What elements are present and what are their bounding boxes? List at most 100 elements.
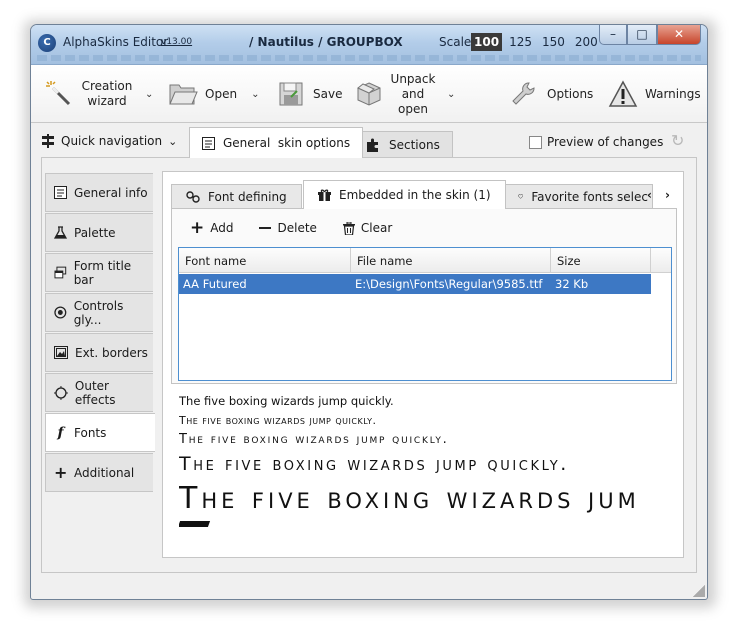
warnings-label: Warnings — [645, 86, 701, 101]
window-icon — [54, 266, 67, 279]
document-icon — [54, 186, 67, 199]
resize-grip-icon[interactable] — [693, 585, 705, 597]
scale-option-150[interactable]: 150 — [539, 33, 568, 51]
save-disk-icon — [275, 78, 307, 110]
heart-icon — [518, 194, 524, 199]
wrench-icon — [507, 78, 539, 110]
cell-file-name: E:\Design\Fonts\Regular\9585.ttf — [355, 277, 543, 291]
app-logo-icon: C — [38, 34, 56, 52]
tab-scroll-left-icon[interactable]: ‹ — [647, 188, 652, 202]
chevron-down-icon[interactable]: ⌄ — [251, 89, 259, 100]
quick-navigation-label: Quick navigation — [61, 134, 163, 148]
chevron-down-icon[interactable]: ⌄ — [145, 89, 153, 100]
app-title: AlphaSkins Editor — [63, 35, 169, 49]
warnings-button[interactable]: Warnings — [607, 73, 701, 115]
sidebar-item-general-info[interactable]: General info — [45, 173, 153, 212]
delete-button[interactable]: Delete — [259, 221, 317, 235]
version-link[interactable]: v13.00 — [161, 37, 192, 47]
tab-favorite-fonts[interactable]: Favorite fonts selec — [503, 184, 653, 208]
options-button[interactable]: Options — [507, 73, 593, 115]
tab-font-defining[interactable]: Font defining — [171, 184, 302, 208]
magic-wand-icon — [43, 78, 75, 110]
column-font-name[interactable]: Font name — [179, 248, 351, 272]
document-title: / Nautilus / GROUPBOX — [249, 35, 403, 49]
unpack-and-open-label: Unpack and open — [390, 71, 436, 116]
add-button[interactable]: + Add — [190, 220, 234, 237]
chevron-down-icon[interactable]: ⌄ — [168, 135, 177, 148]
sidebar-item-outer-effects[interactable]: Outer effects — [45, 373, 153, 412]
preview-of-changes-checkbox[interactable]: Preview of changes — [529, 135, 663, 149]
sample-text-xs-caps: The five boxing wizards jump quickly. — [179, 414, 377, 427]
sidebar-item-palette[interactable]: Palette — [45, 213, 153, 252]
creation-wizard-button[interactable]: Creation wizard ⌄ — [43, 73, 153, 115]
save-label: Save — [313, 86, 343, 101]
title-bar[interactable]: C AlphaSkins Editor v13.00 / Nautilus / … — [31, 25, 707, 65]
chevron-down-icon[interactable]: ⌄ — [447, 89, 455, 100]
sample-text-medium: The five boxing wizards jump quickly. — [179, 432, 449, 447]
tab-scroll-right-icon[interactable]: › — [665, 188, 670, 202]
save-button[interactable]: Save — [275, 73, 342, 115]
delete-label: Delete — [277, 221, 317, 235]
cell-font-name: AA Futured — [183, 277, 247, 291]
gift-icon — [318, 189, 331, 201]
open-button[interactable]: Open ⌄ — [167, 73, 259, 115]
sidebar-item-label: Ext. borders — [75, 345, 148, 360]
scale-option-125[interactable]: 125 — [506, 33, 535, 51]
embedded-fonts-table[interactable]: Font name File name Size AA Futured E:\D… — [178, 247, 672, 381]
navigation-row: Quick navigation ⌄ General skin options … — [31, 123, 707, 158]
cell-size: 32 Kb — [555, 277, 589, 291]
flask-icon — [54, 226, 67, 239]
sample-text-large: The five boxing wizards jump quickly. — [179, 453, 569, 475]
sidebar-item-controls-glyphs[interactable]: Controls gly... — [45, 293, 153, 332]
embedded-fonts-panel: + Add Delete Clear Font name File name S… — [171, 208, 677, 384]
sample-text-xlarge: The five boxing wizards jum — [179, 481, 640, 516]
checkbox[interactable] — [529, 135, 542, 149]
main-window: C AlphaSkins Editor v13.00 / Nautilus / … — [30, 24, 708, 600]
sidebar-item-label: Fonts — [74, 425, 107, 440]
package-icon — [353, 78, 385, 110]
column-file-name[interactable]: File name — [351, 248, 551, 272]
clear-button[interactable]: Clear — [342, 221, 393, 235]
tab-sections[interactable]: Sections — [353, 131, 453, 157]
scale-option-200[interactable]: 200 — [572, 33, 601, 51]
document-icon — [202, 136, 215, 150]
plus-icon: + — [54, 463, 68, 482]
close-button[interactable]: ✕ — [657, 25, 701, 45]
sidebar-item-form-title-bar[interactable]: Form title bar — [45, 253, 153, 292]
table-row[interactable]: AA Futured E:\Design\Fonts\Regular\9585.… — [179, 274, 651, 294]
scale-label: Scale: — [439, 35, 476, 49]
refresh-icon[interactable]: ↻ — [671, 131, 684, 150]
quick-navigation-dropdown[interactable]: Quick navigation ⌄ — [41, 134, 177, 148]
tab-label: Embedded in the skin (1) — [339, 188, 491, 202]
link-icon — [186, 190, 200, 203]
sidebar-item-additional[interactable]: + Additional — [45, 453, 153, 492]
tab-embedded-in-skin[interactable]: Embedded in the skin (1) — [303, 180, 506, 209]
unpack-and-open-button[interactable]: Unpack and open ⌄ — [353, 71, 455, 116]
sidebar-item-fonts[interactable]: f Fonts — [45, 413, 155, 452]
sample-text-small: The five boxing wizards jump quickly. — [179, 394, 394, 408]
fonts-content-panel: Font defining Embedded in the skin (1) F… — [162, 171, 684, 558]
font-icon: f — [57, 424, 64, 441]
sidebar-item-label: Palette — [74, 225, 116, 240]
clear-label: Clear — [360, 221, 393, 235]
add-label: Add — [210, 221, 234, 235]
tab-sections-label: Sections — [389, 137, 440, 152]
image-frame-icon — [54, 346, 68, 359]
trash-icon — [342, 221, 355, 235]
sidebar-item-ext-borders[interactable]: Ext. borders — [45, 333, 153, 372]
warning-icon — [607, 78, 639, 110]
glow-icon — [54, 385, 68, 400]
minimize-button[interactable]: – — [599, 25, 627, 45]
scale-option-100[interactable]: 100 — [471, 33, 503, 51]
folder-open-icon — [167, 78, 199, 110]
font-preview-samples: The five boxing wizards jump quickly. Th… — [179, 394, 679, 527]
scale-options: 100 125 150 200 — [471, 33, 601, 51]
maximize-button[interactable]: □ — [627, 25, 657, 45]
tab-general-skin-options[interactable]: General skin options — [189, 127, 364, 158]
tab-general-label: General skin options — [223, 136, 351, 150]
sidebar-item-label: Controls gly... — [73, 298, 124, 327]
radio-icon — [54, 306, 67, 319]
column-size[interactable]: Size — [551, 248, 651, 272]
sample-text-cutoff-glyph — [179, 521, 211, 527]
preview-label: Preview of changes — [547, 135, 664, 149]
